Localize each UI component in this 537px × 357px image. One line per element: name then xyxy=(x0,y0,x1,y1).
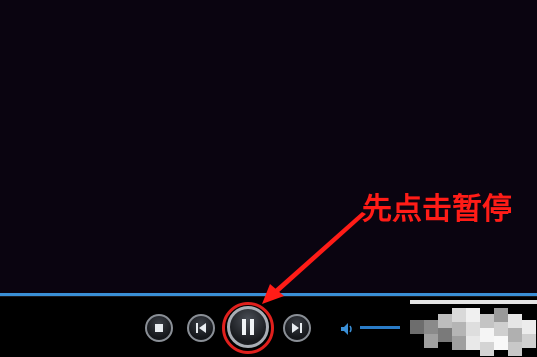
media-player: 先点击暂停 xyxy=(0,0,537,357)
pixelated-overlay xyxy=(400,300,537,357)
pause-icon xyxy=(238,317,258,337)
stop-icon xyxy=(153,322,165,334)
video-area[interactable] xyxy=(0,0,537,294)
skip-previous-icon xyxy=(194,321,208,335)
stop-button[interactable] xyxy=(145,314,173,342)
previous-button[interactable] xyxy=(187,314,215,342)
seek-bar-progress xyxy=(0,293,537,296)
pause-button[interactable] xyxy=(227,306,269,348)
next-button[interactable] xyxy=(283,314,311,342)
skip-next-icon xyxy=(290,321,304,335)
annotation-label: 先点击暂停 xyxy=(362,192,512,227)
speaker-icon[interactable] xyxy=(340,321,356,340)
